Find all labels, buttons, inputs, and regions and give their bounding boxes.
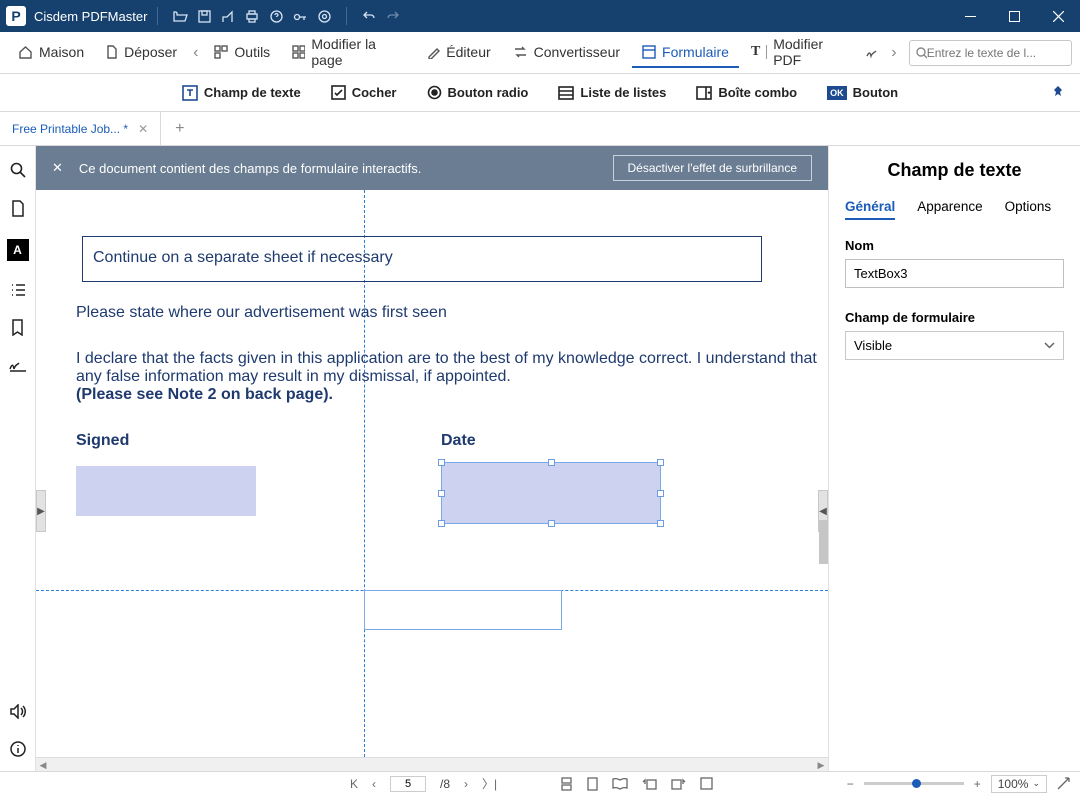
menu-home[interactable]: Maison	[8, 38, 94, 68]
menu-editpdf[interactable]: TModifier PDF	[741, 30, 859, 76]
key-icon[interactable]	[288, 10, 312, 23]
banner-action-button[interactable]: Désactiver l'effet de surbrillance	[613, 155, 812, 181]
chevron-left-icon[interactable]: ‹	[189, 44, 202, 62]
fit-icon[interactable]	[1057, 777, 1070, 790]
minimize-button[interactable]	[948, 0, 992, 32]
chevron-right-icon[interactable]: ›	[887, 44, 900, 62]
page-input[interactable]	[390, 776, 426, 792]
menu-editor[interactable]: Éditeur	[417, 38, 500, 68]
bookmark-icon[interactable]	[11, 319, 24, 336]
maximize-button[interactable]	[992, 0, 1036, 32]
save-icon[interactable]	[192, 10, 216, 23]
app-title: Cisdem PDFMaster	[34, 9, 147, 24]
pin-icon[interactable]	[1051, 85, 1066, 101]
properties-panel: Champ de texte Général Apparence Options…	[828, 146, 1080, 771]
tool-combo[interactable]: Boîte combo	[696, 85, 797, 100]
panel-tab-appearance[interactable]: Apparence	[917, 199, 982, 220]
label-date: Date	[441, 432, 661, 450]
form-banner: ✕ Ce document contient des champs de for…	[36, 146, 828, 190]
zoom-slider[interactable]	[864, 782, 964, 785]
tool-check[interactable]: Cocher	[331, 85, 397, 100]
panel-title: Champ de texte	[845, 160, 1064, 181]
v-scrollbar-thumb[interactable]	[819, 520, 828, 564]
menu-editpage[interactable]: Modifier la page	[282, 30, 415, 76]
menu-file[interactable]: Déposer	[96, 38, 187, 68]
h-scrollbar[interactable]: ◀ ▶	[36, 757, 828, 771]
view-rotate-right-icon[interactable]	[671, 777, 686, 790]
view-rotate-left-icon[interactable]	[642, 777, 657, 790]
panel-tab-options[interactable]: Options	[1005, 199, 1052, 220]
share-icon[interactable]	[216, 10, 240, 23]
view-single-icon[interactable]	[587, 777, 598, 791]
document-tab[interactable]: Free Printable Job... * ✕	[0, 112, 161, 145]
tool-textfield[interactable]: Champ de texte	[182, 85, 301, 101]
print-icon[interactable]	[240, 10, 264, 23]
doc-text-decl: I declare that the facts given in this a…	[76, 350, 828, 404]
text-tool-icon[interactable]: A	[7, 239, 29, 261]
panel-tab-general[interactable]: Général	[845, 199, 895, 220]
tool-radio[interactable]: Bouton radio	[427, 85, 529, 100]
signed-field[interactable]	[76, 466, 256, 516]
view-fullscreen-icon[interactable]	[700, 777, 713, 790]
tabbar: Free Printable Job... * ✕ +	[0, 112, 1080, 146]
menu-form[interactable]: Formulaire	[632, 38, 739, 68]
banner-close-icon[interactable]: ✕	[52, 160, 63, 176]
view-continuous-icon[interactable]	[560, 777, 573, 791]
input-name[interactable]	[845, 259, 1064, 288]
new-tab-button[interactable]: +	[161, 112, 198, 145]
settings-icon[interactable]	[312, 10, 336, 23]
search-tool-icon[interactable]	[10, 162, 26, 178]
menu-converter[interactable]: Convertisseur	[503, 38, 630, 68]
zoom-value[interactable]: 100%⌄	[991, 775, 1047, 793]
left-rail: A	[0, 146, 36, 771]
menu-tools[interactable]: Outils	[204, 38, 280, 68]
page-icon[interactable]	[11, 200, 25, 217]
next-page-icon[interactable]: ›	[464, 777, 468, 791]
zoom-in-icon[interactable]: +	[974, 777, 981, 791]
first-page-icon[interactable]: K	[350, 777, 358, 791]
close-button[interactable]	[1036, 0, 1080, 32]
prev-page-icon[interactable]: ‹	[372, 777, 376, 791]
sound-icon[interactable]	[9, 704, 26, 719]
zoom-out-icon[interactable]: −	[847, 777, 854, 791]
search-icon	[916, 47, 927, 59]
doc-text-ad: Please state where our advertisement was…	[76, 304, 828, 322]
view-read-icon[interactable]	[612, 777, 628, 790]
list-icon[interactable]	[10, 283, 26, 297]
titlebar: P Cisdem PDFMaster	[0, 0, 1080, 32]
tab-title: Free Printable Job... *	[12, 122, 128, 136]
tab-close-icon[interactable]: ✕	[138, 122, 148, 136]
statusbar: K ‹ /8 › 〉| − + 100%⌄	[0, 771, 1080, 795]
signature-icon[interactable]	[9, 358, 27, 372]
tool-button[interactable]: OKBouton	[827, 85, 898, 100]
banner-message: Ce document contient des champs de formu…	[79, 161, 597, 176]
tool-listbox[interactable]: Liste de listes	[558, 85, 666, 100]
search-box[interactable]	[909, 40, 1072, 66]
menu-sign[interactable]	[861, 39, 885, 67]
label-name: Nom	[845, 238, 1064, 253]
chevron-down-icon	[1044, 342, 1055, 349]
info-icon[interactable]	[10, 741, 26, 757]
last-page-icon[interactable]: 〉|	[482, 775, 497, 792]
page-total: /8	[440, 777, 450, 791]
label-signed: Signed	[76, 432, 441, 450]
redo-icon[interactable]	[381, 10, 405, 22]
document-area: ✕ Ce document contient des champs de for…	[36, 146, 828, 771]
menubar: Maison Déposer ‹ Outils Modifier la page…	[0, 32, 1080, 74]
search-input[interactable]	[927, 46, 1065, 60]
label-formfield: Champ de formulaire	[845, 310, 1064, 325]
expand-left-handle[interactable]: ▶	[36, 490, 46, 532]
select-visibility[interactable]: Visible	[845, 331, 1064, 360]
app-logo: P	[6, 6, 26, 26]
date-field-selected[interactable]	[441, 462, 661, 524]
footer-field[interactable]	[364, 590, 562, 630]
form-toolbar: Champ de texte Cocher Bouton radio Liste…	[0, 74, 1080, 112]
form-note-box: Continue on a separate sheet if necessar…	[82, 236, 762, 282]
undo-icon[interactable]	[357, 10, 381, 22]
scroll-right-icon[interactable]: ▶	[814, 758, 828, 772]
help-icon[interactable]	[264, 10, 288, 23]
canvas[interactable]: ▶ ◀ Continue on a separate sheet if nece…	[36, 190, 828, 757]
scroll-left-icon[interactable]: ◀	[36, 758, 50, 772]
open-icon[interactable]	[168, 10, 192, 23]
